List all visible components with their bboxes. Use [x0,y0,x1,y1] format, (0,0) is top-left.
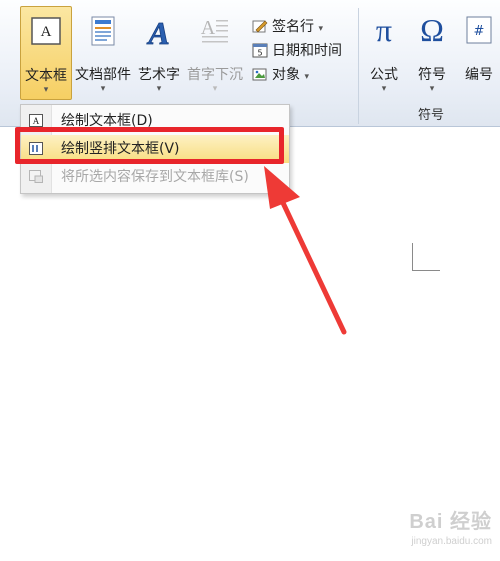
watermark-brand: Bai 经验 [409,511,492,533]
quickparts-button[interactable]: 文档部件 ▾ [72,6,134,98]
wordart-icon: A [146,16,170,48]
chevron-down-icon: ▾ [318,24,323,34]
signature-pen-icon [252,20,268,33]
calendar-icon: 5 [252,43,268,58]
svg-text:A: A [41,24,52,40]
number-button[interactable]: # 编号 [458,6,500,98]
signature-line-label: 签名行 [272,19,314,35]
symbols-group-label: 符号 [417,108,444,123]
chevron-down-icon: ▾ [212,84,218,94]
symbol-button[interactable]: Ω 符号 ▾ [410,6,454,98]
chevron-down-icon: ▾ [156,84,162,94]
watermark: Bai 经验 jingyan.baidu.com [409,505,492,547]
svg-text:A: A [201,17,216,39]
number-icon: # [466,16,492,44]
chevron-down-icon: ▾ [381,84,387,94]
dropcap-icon: A [201,17,228,43]
svg-text:A: A [33,116,40,126]
menu-item-save-to-gallery[interactable]: 将所选内容保存到文本框库(S) [21,163,289,191]
quickparts-label: 文档部件 [75,67,131,83]
quickparts-icon [91,16,115,46]
signature-line-button[interactable]: 签名行 ▾ [252,16,323,38]
svg-text:#: # [474,24,485,39]
textbox-label: 文本框 [25,68,67,84]
page-margin-corner-mark [412,243,440,271]
wordart-label: 艺术字 [138,67,180,83]
dropcap-button[interactable]: A 首字下沉 ▾ [184,6,246,98]
svg-text:A: A [146,16,169,48]
symbol-label: 符号 [418,67,446,83]
group-separator [358,8,359,124]
wordart-button[interactable]: A 艺术字 ▾ [136,6,182,98]
textbox-horizontal-icon: A [29,114,43,127]
chevron-down-icon: ▾ [43,85,49,95]
omega-icon: Ω [420,12,444,48]
menu-item-label: 将所选内容保存到文本框库(S) [61,169,249,185]
watermark-url: jingyan.baidu.com [411,536,492,547]
pi-icon: π [375,12,393,48]
number-label: 编号 [465,67,493,83]
textbox-icon: A [31,17,61,45]
highlight-annotation-box [15,127,284,164]
save-to-gallery-icon [29,170,43,183]
equation-label: 公式 [370,67,398,83]
dropcap-label: 首字下沉 [187,67,243,83]
datetime-label: 日期和时间 [272,43,342,59]
textbox-button[interactable]: A 文本框 ▾ [20,6,72,100]
chevron-down-icon: ▾ [304,72,309,82]
equation-button[interactable]: π 公式 ▾ [362,6,406,98]
svg-text:5: 5 [257,49,262,58]
object-label: 对象 [272,67,300,83]
object-icon [252,68,267,81]
chevron-down-icon: ▾ [429,84,435,94]
object-button[interactable]: 对象 ▾ [252,64,309,86]
datetime-button[interactable]: 5 日期和时间 [252,40,342,62]
chevron-down-icon: ▾ [100,84,106,94]
